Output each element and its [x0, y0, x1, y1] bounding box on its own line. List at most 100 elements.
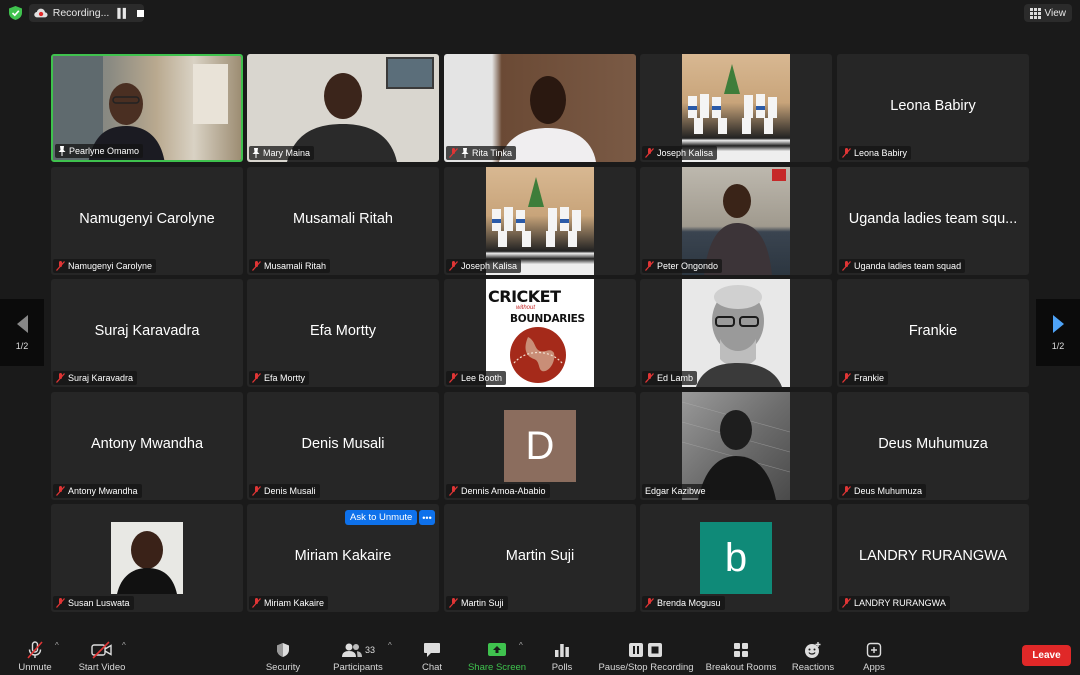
video-tile-denis-musali[interactable]: Denis Musali Denis Musali: [247, 392, 439, 500]
mic-muted-icon: [252, 486, 261, 496]
apps-button[interactable]: Apps: [858, 639, 890, 673]
chat-bubble-icon: [423, 641, 441, 659]
cloud-recording-icon: [34, 8, 48, 18]
participant-name-label: Uganda ladies team squad: [839, 259, 966, 273]
video-tile-peter[interactable]: Peter Ongondo: [640, 167, 832, 275]
participant-name-label: Deus Muhumuza: [839, 484, 927, 498]
participant-name-label: Brenda Mogusu: [642, 596, 725, 610]
page-indicator-right: 1/2: [1051, 340, 1065, 351]
participant-name-label: Mary Maina: [249, 146, 315, 160]
participant-photo: [682, 279, 790, 387]
polls-button[interactable]: Polls: [547, 639, 577, 673]
video-tile-miriam[interactable]: Ask to Unmute ••• Miriam Kakaire Miriam …: [247, 504, 439, 612]
participant-name-label: Suraj Karavadra: [53, 371, 138, 385]
participant-name-label: Denis Musali: [249, 484, 320, 498]
start-video-button[interactable]: Start Video: [76, 639, 128, 673]
person-photo-figure: [696, 285, 782, 387]
stop-recording-icon[interactable]: [137, 9, 144, 17]
mic-muted-icon: [842, 261, 851, 271]
mic-muted-icon: [645, 598, 654, 608]
unmute-button[interactable]: Unmute: [14, 639, 56, 673]
security-button[interactable]: Security: [263, 639, 303, 673]
reactions-button[interactable]: Reactions: [790, 639, 836, 673]
next-page-button[interactable]: 1/2: [1036, 299, 1080, 366]
video-options-caret[interactable]: ^: [122, 641, 126, 650]
video-tile-landry[interactable]: LANDRY RURANGWA LANDRY RURANGWA: [837, 504, 1029, 612]
ask-to-unmute-button[interactable]: Ask to Unmute: [345, 510, 418, 525]
pause-stop-recording-button[interactable]: Pause/Stop Recording: [597, 639, 695, 673]
polls-chart-icon: [554, 641, 570, 659]
participant-name-label: Miriam Kakaire: [249, 596, 329, 610]
participant-name-label: Pearlyne Omamo: [55, 144, 144, 158]
video-tile-namugenyi[interactable]: Namugenyi Carolyne Namugenyi Carolyne: [51, 167, 243, 275]
previous-page-button[interactable]: 1/2: [0, 299, 44, 366]
video-tile-dennis-amoa-ababio[interactable]: D Dennis Amoa-Ababio: [444, 392, 636, 500]
participant-name-label: Martin Suji: [446, 596, 508, 610]
video-tile-antony[interactable]: Antony Mwandha Antony Mwandha: [51, 392, 243, 500]
share-options-caret[interactable]: ^: [519, 641, 523, 650]
mic-muted-icon: [842, 148, 851, 158]
mic-muted-icon: [449, 261, 458, 271]
leave-button[interactable]: Leave: [1022, 645, 1071, 666]
video-tile-musamali[interactable]: Musamali Ritah Musamali Ritah: [247, 167, 439, 275]
page-indicator-left: 1/2: [15, 340, 29, 351]
participant-name-label: Dennis Amoa-Ababio: [446, 484, 550, 498]
recording-indicator: Recording... ▌▌: [29, 4, 144, 22]
share-screen-icon: [487, 641, 507, 659]
participant-avatar: b: [700, 522, 772, 594]
pause-recording-icon[interactable]: ▌▌: [117, 8, 129, 18]
mic-muted-icon: [252, 373, 261, 383]
video-tile-edgar[interactable]: Edgar Kazibwe: [640, 392, 832, 500]
participant-display-name: Martin Suji: [505, 548, 575, 564]
cricket-ball-globe-icon: [510, 327, 566, 383]
video-tile-martin[interactable]: Martin Suji Martin Suji: [444, 504, 636, 612]
mic-muted-icon: [56, 486, 65, 496]
participant-display-name: Miriam Kakaire: [294, 548, 392, 564]
mic-muted-icon: [252, 598, 261, 608]
video-tile-brenda[interactable]: b Brenda Mogusu: [640, 504, 832, 612]
apps-icon: [866, 641, 882, 659]
video-tile-joseph-kalisa-2[interactable]: Joseph Kalisa: [444, 167, 636, 275]
video-tile-deus[interactable]: Deus Muhumuza Deus Muhumuza: [837, 392, 1029, 500]
breakout-rooms-icon: [733, 641, 749, 659]
more-options-button[interactable]: •••: [419, 510, 435, 525]
mic-muted-icon: [449, 486, 458, 496]
audio-options-caret[interactable]: ^: [55, 641, 59, 650]
video-tile-uganda-ladies[interactable]: Uganda ladies team squ... Uganda ladies …: [837, 167, 1029, 275]
mic-muted-icon: [842, 373, 851, 383]
smiley-plus-icon: [804, 641, 822, 659]
video-tile-rita[interactable]: Rita Tinka: [444, 54, 636, 162]
participant-display-name: Namugenyi Carolyne: [79, 211, 215, 227]
video-tile-joseph-kalisa-1[interactable]: Joseph Kalisa: [640, 54, 832, 162]
video-tile-ed-lamb[interactable]: Ed Lamb: [640, 279, 832, 387]
meeting-toolbar: Unmute ^ Start Video ^ Security 33 Parti…: [0, 635, 1080, 675]
shield-icon[interactable]: [9, 6, 22, 20]
video-tile-susan[interactable]: Susan Luswata: [51, 504, 243, 612]
video-tile-mary[interactable]: Mary Maina: [247, 54, 439, 162]
video-tile-leona[interactable]: Leona Babiry Leona Babiry: [837, 54, 1029, 162]
mic-muted-icon: [56, 598, 65, 608]
view-button[interactable]: View: [1023, 4, 1072, 22]
video-tile-frankie[interactable]: Frankie Frankie: [837, 279, 1029, 387]
top-bar: Recording... ▌▌ View: [0, 0, 1080, 26]
share-screen-button[interactable]: Share Screen: [467, 639, 527, 673]
video-tile-lee-booth[interactable]: CRICKET without BOUNDARIES Lee Booth: [444, 279, 636, 387]
participant-photo: [111, 522, 183, 594]
participants-options-caret[interactable]: ^: [388, 641, 392, 650]
microphone-muted-icon: [26, 641, 44, 659]
mic-muted-icon: [56, 373, 65, 383]
video-tile-pearlyne[interactable]: Pearlyne Omamo: [51, 54, 243, 162]
participant-name-label: Joseph Kalisa: [642, 146, 718, 160]
pin-icon: [252, 148, 260, 158]
participant-name-label: Peter Ongondo: [642, 259, 723, 273]
participant-name-label: Rita Tinka: [446, 146, 517, 160]
participant-display-name: LANDRY RURANGWA: [859, 548, 1007, 564]
breakout-rooms-button[interactable]: Breakout Rooms: [705, 639, 777, 673]
participant-name-label: Musamali Ritah: [249, 259, 331, 273]
mic-muted-icon: [645, 148, 654, 158]
participants-button[interactable]: 33 Participants: [331, 639, 385, 673]
chat-button[interactable]: Chat: [416, 639, 448, 673]
video-tile-efa[interactable]: Efa Mortty Efa Mortty: [247, 279, 439, 387]
video-tile-suraj[interactable]: Suraj Karavadra Suraj Karavadra: [51, 279, 243, 387]
arrow-left-icon: [16, 314, 28, 333]
